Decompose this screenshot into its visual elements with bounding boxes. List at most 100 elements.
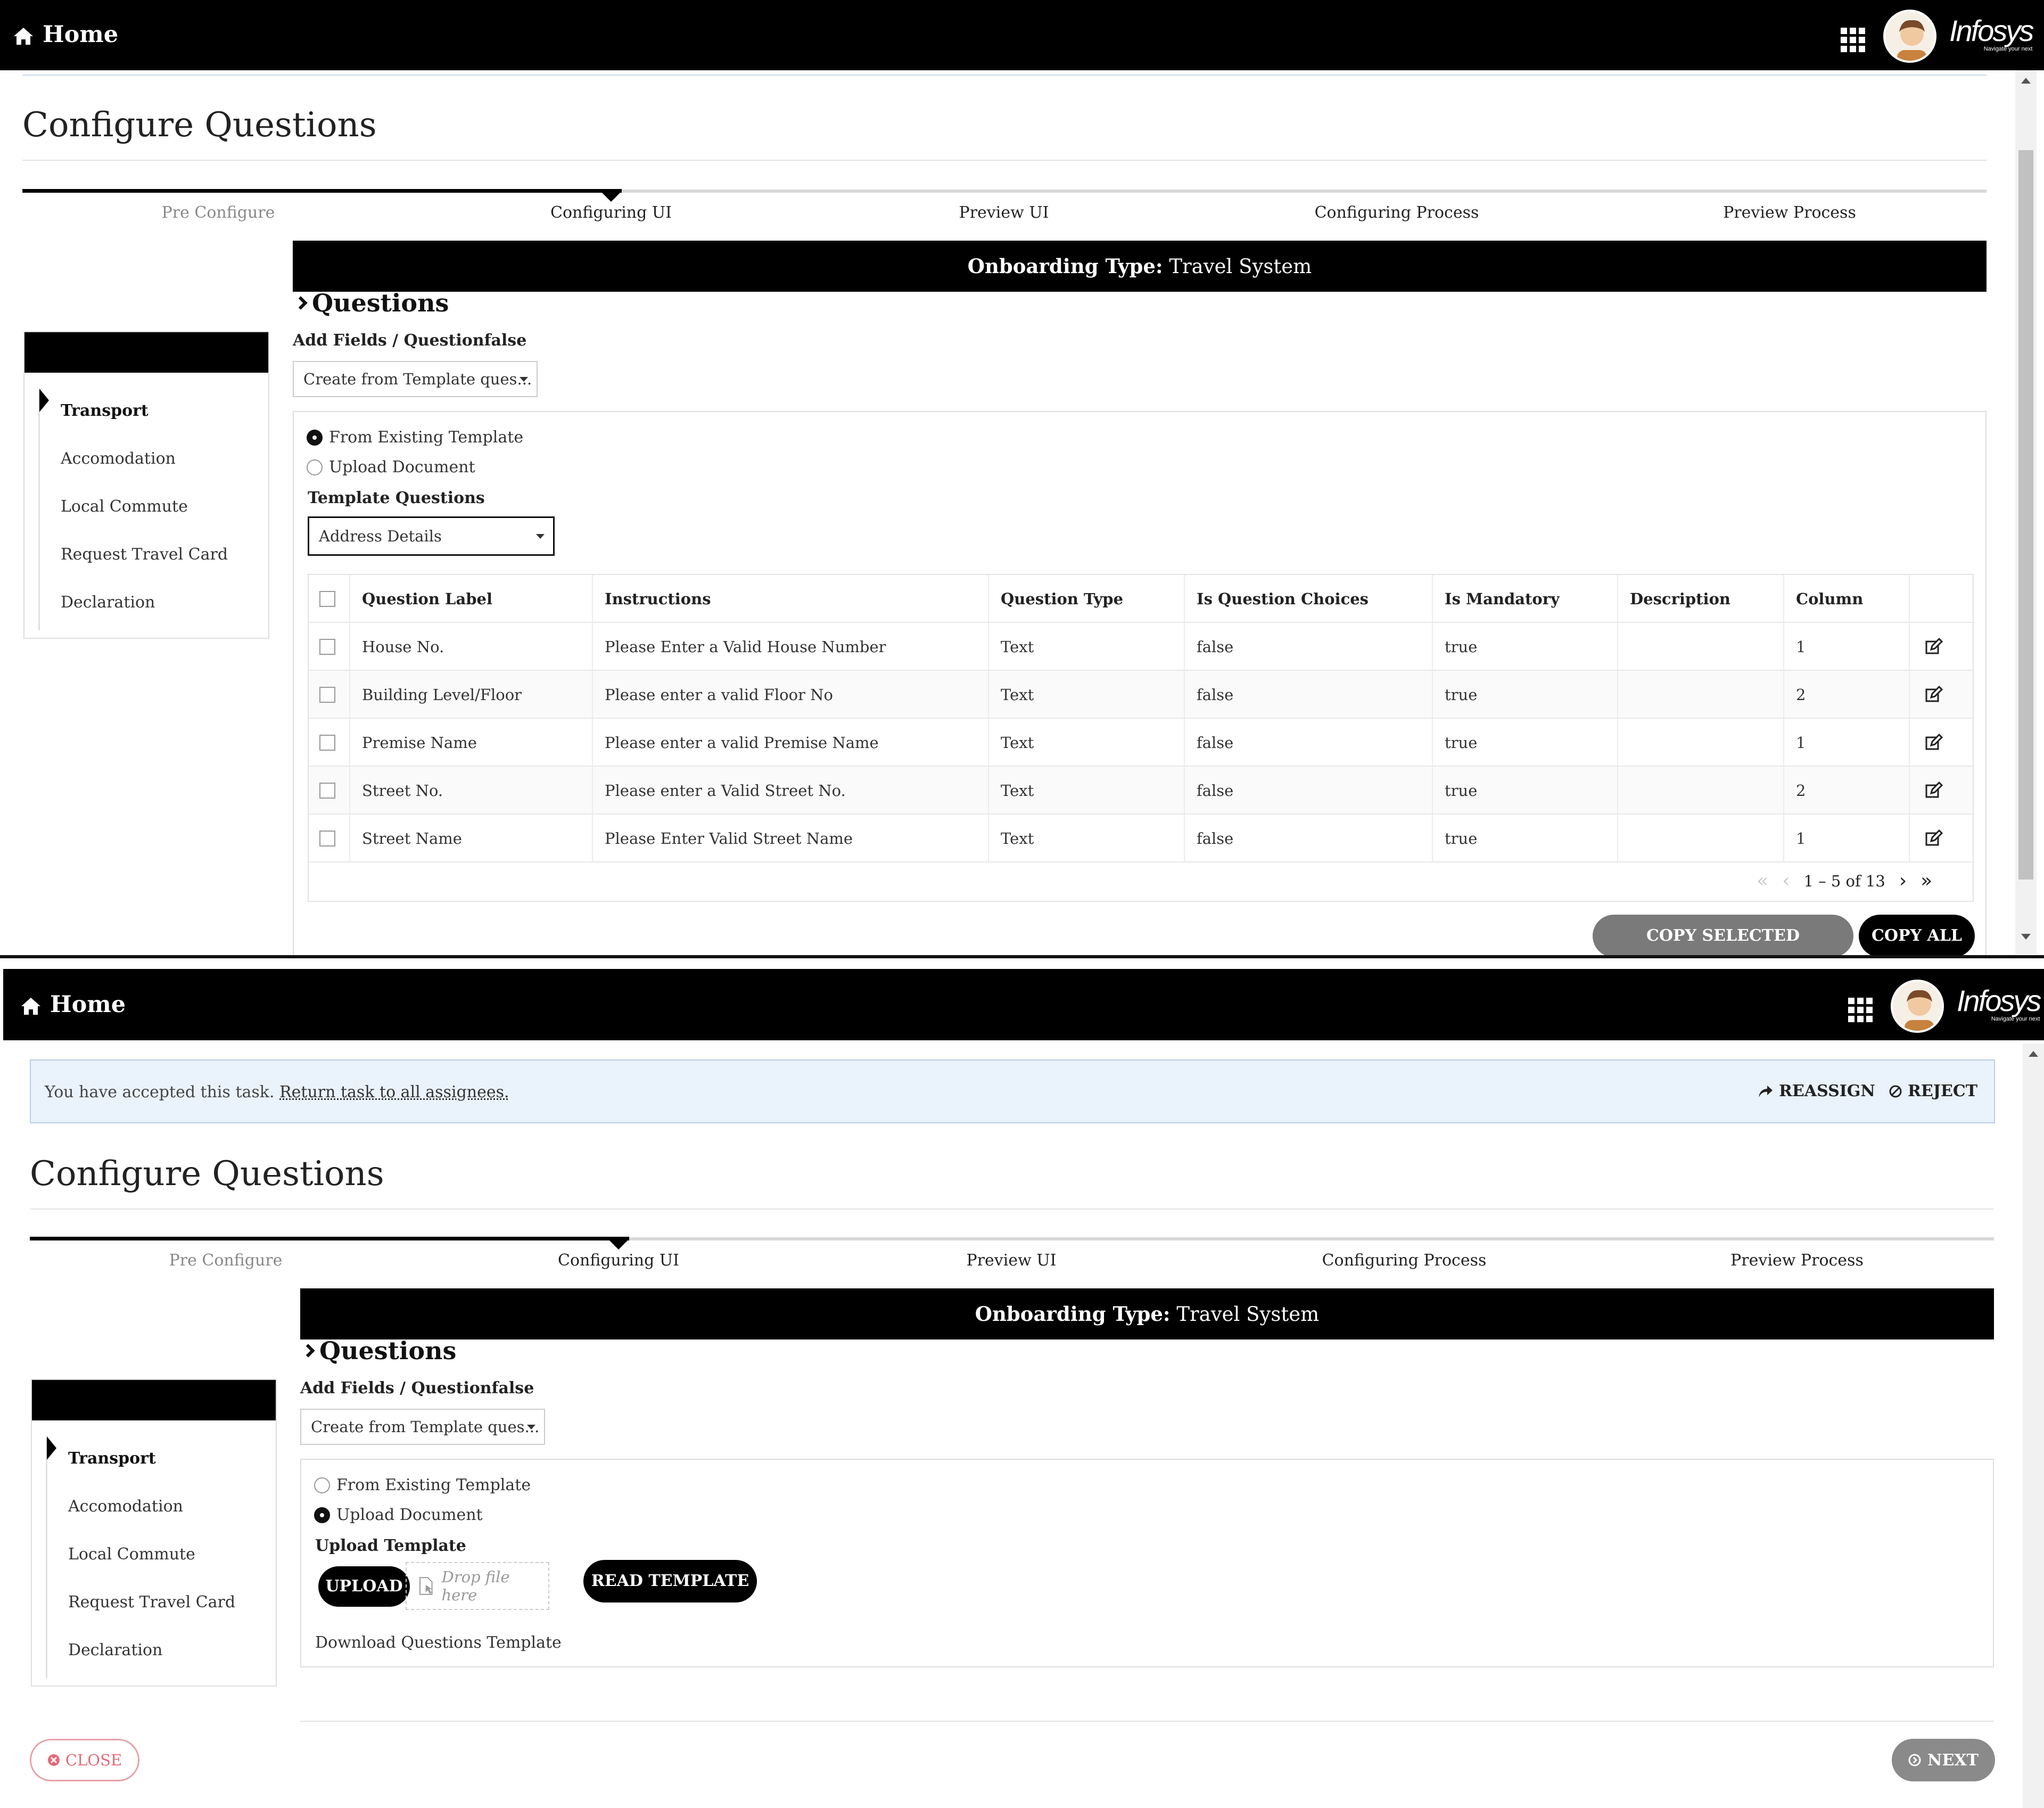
header-question-type[interactable]: Question Type: [1001, 575, 1123, 623]
row-checkbox[interactable]: [319, 687, 335, 703]
questions-section-toggle[interactable]: Questions: [301, 1336, 457, 1365]
edit-icon[interactable]: [1925, 829, 1943, 848]
table-row[interactable]: Street Name Please Enter Valid Street Na…: [309, 815, 1973, 862]
column-divider: [1783, 575, 1784, 862]
sidebar-panel: Transport Accomodation Local Commute Req…: [31, 1379, 277, 1687]
scroll-up-icon[interactable]: [2021, 78, 2031, 84]
questions-title: Questions: [319, 1336, 457, 1365]
radio-upload-document[interactable]: Upload Document: [307, 458, 475, 476]
step-pre-configure[interactable]: Pre Configure: [112, 203, 325, 222]
column-divider: [592, 575, 593, 862]
row-checkbox[interactable]: [319, 783, 335, 799]
step-configuring-ui[interactable]: Configuring UI: [505, 203, 718, 222]
cell-question-choices: false: [1197, 782, 1234, 800]
cell-question-label: Premise Name: [362, 734, 477, 752]
radio-upload-document[interactable]: Upload Document: [314, 1506, 483, 1524]
header-is-mandatory[interactable]: Is Mandatory: [1445, 575, 1560, 623]
title-divider: [22, 160, 1987, 161]
create-from-select-value: Create from Template ques...: [311, 1418, 540, 1436]
copy-selected-questions-button[interactable]: COPY SELECTED QUESTIONS: [1593, 915, 1853, 957]
radio-unselected-icon: [314, 1477, 330, 1493]
sidebar-item-local-commute[interactable]: Local Commute: [61, 497, 188, 516]
questions-section-toggle[interactable]: Questions: [294, 289, 449, 317]
drop-file-placeholder: Drop file here: [441, 1568, 510, 1604]
row-checkbox[interactable]: [319, 639, 335, 655]
file-drop-zone[interactable]: Drop file here: [406, 1562, 549, 1610]
avatar[interactable]: [1883, 10, 1936, 63]
sidebar-item-transport[interactable]: Transport: [68, 1449, 156, 1468]
step-preview-process[interactable]: Preview Process: [1683, 203, 1896, 222]
sidebar-item-request-travel-card[interactable]: Request Travel Card: [68, 1593, 235, 1612]
home-icon: [20, 995, 42, 1015]
step-preview-process[interactable]: Preview Process: [1691, 1251, 1903, 1270]
page-scrollbar[interactable]: [2023, 1043, 2044, 1808]
onboarding-type-label: Onboarding Type:: [967, 254, 1163, 278]
row-checkbox[interactable]: [319, 831, 335, 847]
sidebar-item-local-commute[interactable]: Local Commute: [68, 1545, 195, 1564]
header-is-question-choices[interactable]: Is Question Choices: [1197, 575, 1369, 623]
table-row[interactable]: Street No. Please enter a Valid Street N…: [309, 767, 1973, 815]
apps-grid-icon[interactable]: [1848, 998, 1873, 1022]
task-accepted-banner: You have accepted this task. Return task…: [30, 1059, 1995, 1123]
reassign-button[interactable]: REASSIGN: [1758, 1082, 1875, 1100]
home-link[interactable]: Home: [13, 21, 118, 48]
close-button[interactable]: CLOSE: [30, 1739, 139, 1781]
radio-from-existing[interactable]: From Existing Template: [307, 428, 523, 447]
table-row[interactable]: House No. Please Enter a Valid House Num…: [309, 623, 1973, 671]
template-questions-select[interactable]: Address Details: [308, 516, 555, 556]
radio-from-existing[interactable]: From Existing Template: [314, 1476, 531, 1494]
step-configuring-ui[interactable]: Configuring UI: [512, 1251, 725, 1270]
last-page-icon[interactable]: »: [1921, 870, 1932, 892]
scroll-thumb[interactable]: [2018, 150, 2033, 880]
sidebar-item-declaration[interactable]: Declaration: [68, 1641, 162, 1659]
sidebar-item-transport[interactable]: Transport: [61, 401, 149, 420]
cell-question-choices: false: [1197, 686, 1234, 704]
edit-icon[interactable]: [1925, 638, 1943, 656]
scroll-up-icon[interactable]: [2029, 1051, 2038, 1057]
return-task-link[interactable]: Return task to all assignees.: [279, 1083, 509, 1102]
sidebar-item-request-travel-card[interactable]: Request Travel Card: [61, 545, 228, 564]
template-content-box: From Existing Template Upload Document T…: [293, 411, 1987, 958]
header-description[interactable]: Description: [1630, 575, 1730, 623]
step-configuring-process[interactable]: Configuring Process: [1290, 203, 1503, 222]
next-label: NEXT: [1927, 1751, 1979, 1770]
sidebar-item-accomodation[interactable]: Accomodation: [68, 1497, 183, 1516]
row-checkbox[interactable]: [319, 735, 335, 751]
page-scrollbar[interactable]: [2015, 70, 2037, 954]
home-link[interactable]: Home: [20, 991, 126, 1018]
next-circle-icon: [1908, 1754, 1921, 1766]
edit-icon[interactable]: [1925, 734, 1943, 752]
table-row[interactable]: Premise Name Please enter a valid Premis…: [309, 719, 1973, 767]
sidebar-rail: [38, 391, 40, 630]
edit-icon[interactable]: [1925, 782, 1943, 800]
header-instructions[interactable]: Instructions: [605, 575, 711, 623]
apps-grid-icon[interactable]: [1841, 28, 1865, 52]
step-pre-configure[interactable]: Pre Configure: [119, 1251, 332, 1270]
download-questions-template-link[interactable]: Download Questions Template: [315, 1633, 562, 1652]
step-configuring-process[interactable]: Configuring Process: [1298, 1251, 1511, 1270]
sidebar-item-accomodation[interactable]: Accomodation: [61, 449, 176, 468]
scroll-down-icon[interactable]: [2021, 934, 2031, 940]
header-question-label[interactable]: Question Label: [362, 575, 492, 623]
avatar[interactable]: [1891, 980, 1944, 1033]
copy-all-button[interactable]: COPY ALL: [1859, 915, 1975, 957]
create-from-select[interactable]: Create from Template ques...: [300, 1409, 545, 1445]
next-button[interactable]: NEXT: [1892, 1739, 1995, 1781]
table-row[interactable]: Building Level/Floor Please enter a vali…: [309, 671, 1973, 719]
upload-button[interactable]: UPLOAD: [318, 1566, 410, 1607]
create-from-select[interactable]: Create from Template ques...: [293, 361, 538, 397]
step-preview-ui[interactable]: Preview UI: [897, 203, 1110, 222]
first-page-icon[interactable]: «: [1757, 870, 1768, 892]
prev-page-icon[interactable]: ‹: [1782, 870, 1790, 892]
select-all-checkbox[interactable]: [319, 591, 335, 607]
sidebar-item-declaration[interactable]: Declaration: [61, 593, 155, 612]
header-column[interactable]: Column: [1796, 575, 1863, 623]
close-circle-icon: [47, 1754, 60, 1766]
reject-button[interactable]: REJECT: [1889, 1082, 1977, 1100]
next-page-icon[interactable]: ›: [1899, 870, 1907, 892]
step-preview-ui[interactable]: Preview UI: [905, 1251, 1118, 1270]
edit-icon[interactable]: [1925, 686, 1943, 704]
title-divider: [30, 1209, 1994, 1210]
chevron-right-icon: [301, 1344, 315, 1358]
read-template-button[interactable]: READ TEMPLATE: [583, 1560, 757, 1602]
